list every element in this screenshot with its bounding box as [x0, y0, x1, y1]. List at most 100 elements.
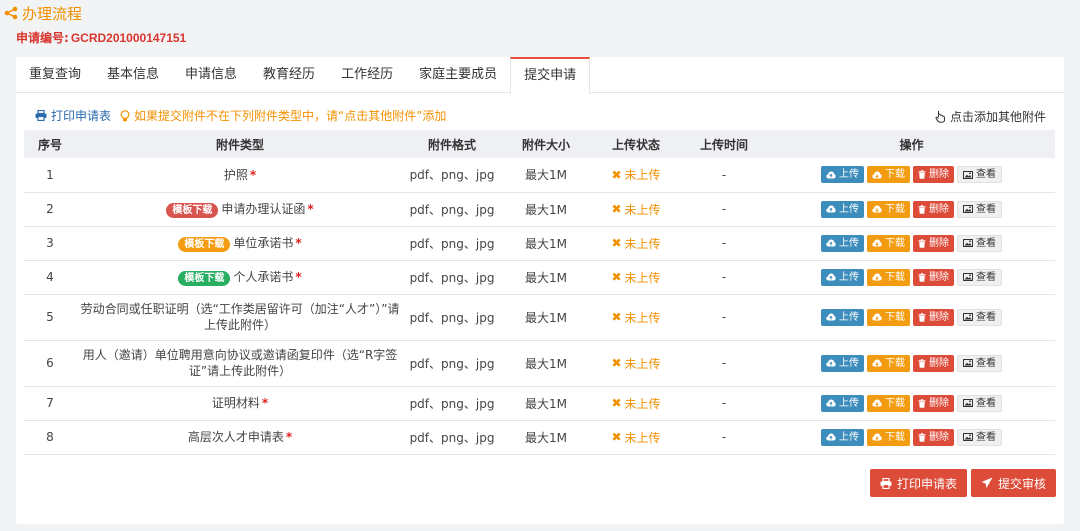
print-application-link[interactable]: 打印申请表: [35, 107, 111, 124]
download-button[interactable]: 下载: [867, 394, 910, 412]
tab-work-experience[interactable]: 工作经历: [328, 57, 406, 93]
view-button[interactable]: 查看: [957, 394, 1002, 412]
row-actions: 上传 下载 删除 查看: [768, 308, 1055, 326]
submit-review-button-label: 提交审核: [997, 476, 1046, 491]
tab-education[interactable]: 教育经历: [250, 57, 328, 93]
times-icon: ✖: [611, 430, 622, 444]
tab-family-members[interactable]: 家庭主要成员: [406, 57, 510, 93]
upload-button[interactable]: 上传: [821, 234, 864, 252]
cell-format: pdf、png、jpg: [404, 260, 500, 295]
cell-type: 劳动合同或任职证明（选“工作类居留许可（加注“人才”）”请上传此附件）: [76, 294, 404, 341]
tab-submit-application[interactable]: 提交申请: [510, 57, 591, 94]
template-download-badge[interactable]: 模板下载: [178, 270, 231, 286]
cloud-download-icon: [872, 359, 882, 367]
times-icon: ✖: [611, 202, 622, 216]
view-button-label: 查看: [976, 311, 996, 323]
cell-no: 7: [24, 386, 76, 421]
delete-button[interactable]: 删除: [913, 234, 954, 252]
upload-status: ✖ 未上传: [611, 429, 660, 446]
download-button-label: 下载: [885, 397, 905, 409]
cloud-download-icon: [872, 273, 882, 281]
cloud-upload-icon: [826, 359, 836, 367]
column-header-time: 上传时间: [680, 130, 768, 158]
table-row: 6 用人（邀请）单位聘用意向协议或邀请函复印件（选“R字签证”请上传此附件） p…: [24, 340, 1055, 387]
trash-icon: [918, 272, 926, 282]
times-icon: ✖: [611, 270, 622, 284]
tab-basic-info[interactable]: 基本信息: [94, 57, 172, 93]
application-number: 申请编号: GCRD201000147151: [16, 29, 186, 46]
upload-button-label: 上传: [839, 431, 859, 443]
template-download-badge[interactable]: 模板下载: [178, 236, 231, 252]
add-other-attachment-link[interactable]: 点击添加其他附件: [935, 108, 1046, 125]
view-button[interactable]: 查看: [957, 200, 1002, 218]
delete-button[interactable]: 删除: [913, 394, 954, 412]
download-button-label: 下载: [885, 311, 905, 323]
column-header-type: 附件类型: [76, 130, 404, 158]
attachment-type-text: 单位承诺书: [233, 235, 294, 250]
cell-size: 最大1M: [500, 158, 592, 193]
view-button[interactable]: 查看: [957, 308, 1002, 326]
cell-no: 4: [24, 260, 76, 295]
delete-button[interactable]: 删除: [913, 166, 954, 184]
trash-icon: [918, 238, 926, 248]
upload-status-text: 未上传: [624, 168, 661, 183]
upload-button[interactable]: 上传: [821, 268, 864, 286]
page-title: 办理流程: [4, 2, 82, 24]
tab-duplicate-check[interactable]: 重复查询: [16, 57, 94, 93]
download-button[interactable]: 下载: [867, 200, 910, 218]
cell-size: 最大1M: [500, 420, 592, 455]
cell-actions: 上传 下载 删除 查看: [768, 386, 1055, 421]
view-button[interactable]: 查看: [957, 234, 1002, 252]
download-button[interactable]: 下载: [867, 268, 910, 286]
application-number-value: GCRD201000147151: [70, 31, 187, 45]
image-icon: [963, 239, 973, 247]
delete-button[interactable]: 删除: [913, 308, 954, 326]
upload-button[interactable]: 上传: [821, 428, 864, 446]
cell-type: 证明材料 *: [76, 386, 404, 421]
delete-button[interactable]: 删除: [913, 428, 954, 446]
upload-button[interactable]: 上传: [821, 394, 864, 412]
delete-button[interactable]: 删除: [913, 200, 954, 218]
print-application-button[interactable]: 打印申请表: [869, 469, 967, 497]
cell-type: 模板下载 个人承诺书 *: [76, 260, 404, 295]
image-icon: [963, 205, 973, 213]
download-button[interactable]: 下载: [867, 354, 910, 372]
cloud-upload-icon: [826, 171, 836, 179]
cell-format: pdf、png、jpg: [404, 226, 500, 261]
cell-status: ✖ 未上传: [592, 340, 680, 387]
download-button[interactable]: 下载: [867, 308, 910, 326]
view-button-label: 查看: [976, 431, 996, 443]
download-button[interactable]: 下载: [867, 234, 910, 252]
upload-status-text: 未上传: [624, 270, 661, 285]
view-button[interactable]: 查看: [957, 428, 1002, 446]
view-button[interactable]: 查看: [957, 166, 1002, 184]
download-button-label: 下载: [885, 271, 905, 283]
template-download-badge[interactable]: 模板下载: [166, 202, 219, 218]
times-icon: ✖: [611, 356, 622, 370]
cell-time: -: [680, 158, 768, 193]
trash-icon: [918, 432, 926, 442]
download-button[interactable]: 下载: [867, 166, 910, 184]
image-icon: [963, 359, 973, 367]
upload-button[interactable]: 上传: [821, 354, 864, 372]
view-button-label: 查看: [976, 397, 996, 409]
upload-button[interactable]: 上传: [821, 308, 864, 326]
print-icon: [880, 477, 892, 489]
cell-status: ✖ 未上传: [592, 226, 680, 261]
delete-button[interactable]: 删除: [913, 268, 954, 286]
attachment-type-text: 高层次人才申请表: [187, 430, 284, 444]
cell-format: pdf、png、jpg: [404, 420, 500, 455]
download-button[interactable]: 下载: [867, 428, 910, 446]
tab-application-info[interactable]: 申请信息: [172, 57, 250, 93]
view-button[interactable]: 查看: [957, 268, 1002, 286]
hand-pointer-icon: [935, 111, 945, 123]
upload-button[interactable]: 上传: [821, 166, 864, 184]
view-button[interactable]: 查看: [957, 354, 1002, 372]
delete-button[interactable]: 删除: [913, 354, 954, 372]
cell-time: -: [680, 226, 768, 261]
submit-review-button[interactable]: 提交审核: [970, 469, 1056, 497]
column-header-no: 序号: [24, 130, 76, 158]
table-row: 2 模板下载 申请办理认证函 * pdf、png、jpg 最大1M ✖ 未上传 - 上…: [24, 192, 1055, 227]
image-icon: [963, 399, 973, 407]
upload-button[interactable]: 上传: [821, 200, 864, 218]
